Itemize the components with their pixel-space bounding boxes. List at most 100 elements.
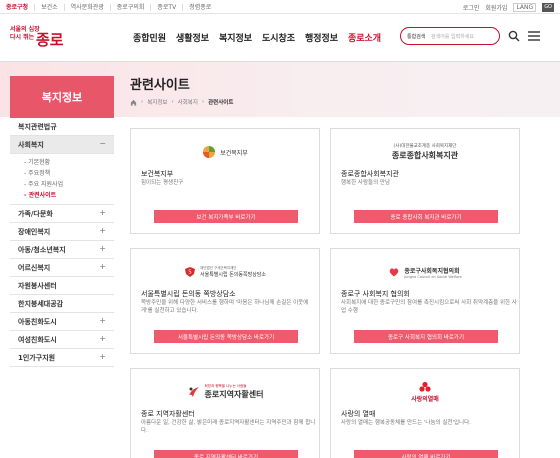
gnb-civil-service[interactable]: 종합민원 <box>128 31 171 44</box>
gnb-welfare-info[interactable]: 복지정보 <box>214 31 257 44</box>
sidebar-item-volunteer[interactable]: 자원봉사센터 <box>10 277 114 295</box>
site-card-donuidong: S 재단법인 구세군복지재단 서울특별시립 돈의동쪽방상담소 서울특별시립 돈의… <box>130 248 320 354</box>
card-logo-texts: 종로구사회복지협의회 Jongno Council on Social Welf… <box>404 266 461 279</box>
card-desc: 쪽방주민을 위해 다양한 서비스를 행하며 '마음은 하나님께 손길은 이웃에게… <box>141 300 309 314</box>
card-logo-sub: (사)대한불교조계종 사회복지재단 <box>393 144 457 149</box>
sidebar-item-child-friendly[interactable]: 아동친화도시 + <box>10 313 114 331</box>
submenu-item-related-sites[interactable]: - 관련사이트 <box>24 190 114 201</box>
utility-links: 종로구청 보건소 역사문화관광 종로구의회 종로TV 청렴종로 <box>6 0 217 14</box>
submenu-item-status[interactable]: - 기본현황 <box>24 157 114 168</box>
sidebar-item-single-household[interactable]: 1인가구지원 + <box>10 349 114 367</box>
page-title: 관련사이트 <box>130 78 190 93</box>
site-logo[interactable]: 서울의 심장 다시 뛰는 종로 <box>10 24 68 52</box>
card-logo-sub: Jongno Council on Social Welfare <box>404 274 462 279</box>
gnb-urban[interactable]: 도시창조 <box>257 31 300 44</box>
main-nav: 종합민원 생활정보 복지정보 도시창조 행정정보 종로소개 <box>128 31 386 44</box>
login-link[interactable]: 로그인 <box>463 3 480 12</box>
swoosh-logo-icon <box>188 387 199 397</box>
card-link-button[interactable]: 종로구 사회복지 협의회 바로가기 <box>354 330 498 343</box>
chevron-right-icon: › <box>141 99 144 105</box>
sidebar-item-label: 여성친화도시 <box>18 335 57 344</box>
sidebar-submenu: - 기본현황 - 주요정책 - 주요 지원사업 - 관련사이트 <box>10 154 114 205</box>
sidebar-item-label: 1인가구지원 <box>18 353 56 362</box>
card-logo: (사)대한불교조계종 사회복지재단 종로종합사회복지관 <box>331 137 519 167</box>
card-logo-text: 종로종합사회복지관 <box>391 151 459 160</box>
card-link-button[interactable]: 사랑의 열매 바로가기 <box>354 450 498 458</box>
expand-icon[interactable]: + <box>99 316 106 325</box>
expand-icon[interactable]: + <box>99 208 106 217</box>
lang-select[interactable]: LANG <box>513 2 537 12</box>
gnb-about[interactable]: 종로소개 <box>343 31 386 44</box>
search-box[interactable]: 통합검색 검색어를 입력하세요 <box>400 27 500 45</box>
gnb-life-info[interactable]: 생활정보 <box>171 31 214 44</box>
card-link-button[interactable]: 종로 종합사회 복지관 바로가기 <box>354 210 498 223</box>
card-title: 사랑의 열매 <box>341 410 376 418</box>
search-icon[interactable] <box>508 30 520 42</box>
card-logo-text: 종로구사회복지협의회 <box>404 267 460 275</box>
card-desc: 아름다운 일, 건강한 삶, 밝은미래 종로지역자활센터는 지역주민과 함께 합… <box>141 420 316 434</box>
util-link-jongno[interactable]: 종로구청 <box>6 3 36 11</box>
card-logo-text: 보건복지부 <box>220 149 248 157</box>
card-logo: 사랑의열매 <box>331 377 519 407</box>
utility-bar: 종로구청 보건소 역사문화관광 종로구의회 종로TV 청렴종로 로그인 회원가입… <box>0 0 560 14</box>
sidebar-item-label: 자원봉사센터 <box>18 281 57 290</box>
expand-icon[interactable]: + <box>99 244 106 253</box>
sidebar-item-youth[interactable]: 아동/청소년복지 + <box>10 241 114 259</box>
util-link-council[interactable]: 종로구의회 <box>111 3 152 11</box>
sidebar-item-social-welfare[interactable]: 사회복지 − <box>10 136 114 154</box>
svg-text:S: S <box>188 270 191 276</box>
card-link-button[interactable]: 보건 복지가족부 바로가기 <box>154 210 298 223</box>
card-logo: 희망과 행복을 나누는 사람들 종로지역자활센터 <box>131 377 319 407</box>
card-logo-text: 사랑의열매 <box>411 396 439 403</box>
sidebar-item-label: 가족/다문화 <box>18 209 53 218</box>
expand-icon[interactable]: + <box>99 352 106 361</box>
card-link-button[interactable]: 서울특별시립 돈의동 쪽방상담소 바로가기 <box>154 330 298 343</box>
sidebar-item-label: 어르신복지 <box>18 263 51 272</box>
util-link-integrity[interactable]: 청렴종로 <box>183 4 217 11</box>
sidebar-item-label: 복지관련법규 <box>18 122 57 131</box>
submenu-item-support[interactable]: - 주요 지원사업 <box>24 179 114 190</box>
submenu-item-policy[interactable]: - 주요정책 <box>24 168 114 179</box>
sidebar-item-law[interactable]: 복지관련법규 <box>10 118 114 136</box>
sidebar-item-family[interactable]: 가족/다문화 + <box>10 205 114 223</box>
card-logo-texts: 재단법인 구세군복지재단 서울특별시립 돈의동쪽방상담소 <box>200 266 266 278</box>
expand-icon[interactable]: + <box>99 226 106 235</box>
sidebar-head: 복지정보 <box>10 76 114 118</box>
search-input[interactable]: 검색어를 입력하세요 <box>431 33 474 40</box>
util-link-tv[interactable]: 종로TV <box>151 3 184 11</box>
card-title: 보건복지부 <box>141 170 174 178</box>
card-link-button[interactable]: 종로 지역자활센터 바로가기 <box>154 450 298 458</box>
card-title: 종로구 사회복지 협의회 <box>341 290 410 298</box>
breadcrumb-item[interactable]: 사회복지 <box>178 98 198 106</box>
gnb-admin-info[interactable]: 행정정보 <box>300 31 343 44</box>
home-icon[interactable] <box>130 99 137 106</box>
menu-icon[interactable] <box>527 30 541 42</box>
search-scope-select[interactable]: 통합검색 <box>407 33 431 40</box>
card-logo: 종로구사회복지협의회 Jongno Council on Social Welf… <box>331 257 519 287</box>
breadcrumb: › 복지정보 › 사회복지 › 관련사이트 <box>130 98 233 106</box>
join-link[interactable]: 회원가입 <box>485 3 507 12</box>
sidebar-item-generation[interactable]: 한지붕세대공감 <box>10 295 114 313</box>
site-header: 서울의 심장 다시 뛰는 종로 종합민원 생활정보 복지정보 도시창조 행정정보… <box>0 14 560 62</box>
sidebar-item-women-friendly[interactable]: 여성친화도시 + <box>10 331 114 349</box>
util-link-health-center[interactable]: 보건소 <box>35 3 65 11</box>
collapse-icon[interactable]: − <box>99 139 106 148</box>
sidebar-item-disabled[interactable]: 장애인복지 + <box>10 223 114 241</box>
card-logo: 보건복지부 <box>131 137 319 167</box>
breadcrumb-item[interactable]: 복지정보 <box>147 98 167 106</box>
site-card-fruit-of-love: 사랑의열매 사랑의 열매 사랑의 열매는 행복공동체를 만드는 '나눔의 실천'… <box>330 368 520 458</box>
card-desc: 사랑의 열매는 행복공동체를 만드는 '나눔의 실천'입니다. <box>341 420 471 426</box>
util-link-culture-tour[interactable]: 역사문화관광 <box>65 3 111 11</box>
card-logo-text: 종로지역자활센터 <box>204 390 264 399</box>
lang-go-button[interactable]: GO <box>542 2 554 12</box>
expand-icon[interactable]: + <box>99 334 106 343</box>
site-card-self-support-center: 희망과 행복을 나누는 사람들 종로지역자활센터 종로 지역자활센터 아름다운 … <box>130 368 320 458</box>
sidebar-item-label: 장애인복지 <box>18 227 51 236</box>
logo-wordmark: 종로 <box>36 31 64 49</box>
expand-icon[interactable]: + <box>99 262 106 271</box>
card-desc: 힘이되는 평생친구 <box>141 180 184 186</box>
card-logo-text: 서울특별시립 돈의동쪽방상담소 <box>200 272 266 278</box>
site-card-jongno-welfare-center: (사)대한불교조계종 사회복지재단 종로종합사회복지관 종로종합사회복지관 행복… <box>330 128 520 234</box>
sidebar-item-elderly[interactable]: 어르신복지 + <box>10 259 114 277</box>
card-desc: 사회복지에 대한 종로구민의 참여를 촉진시킴으로써 사회 취약계층을 위한 사… <box>341 300 517 314</box>
